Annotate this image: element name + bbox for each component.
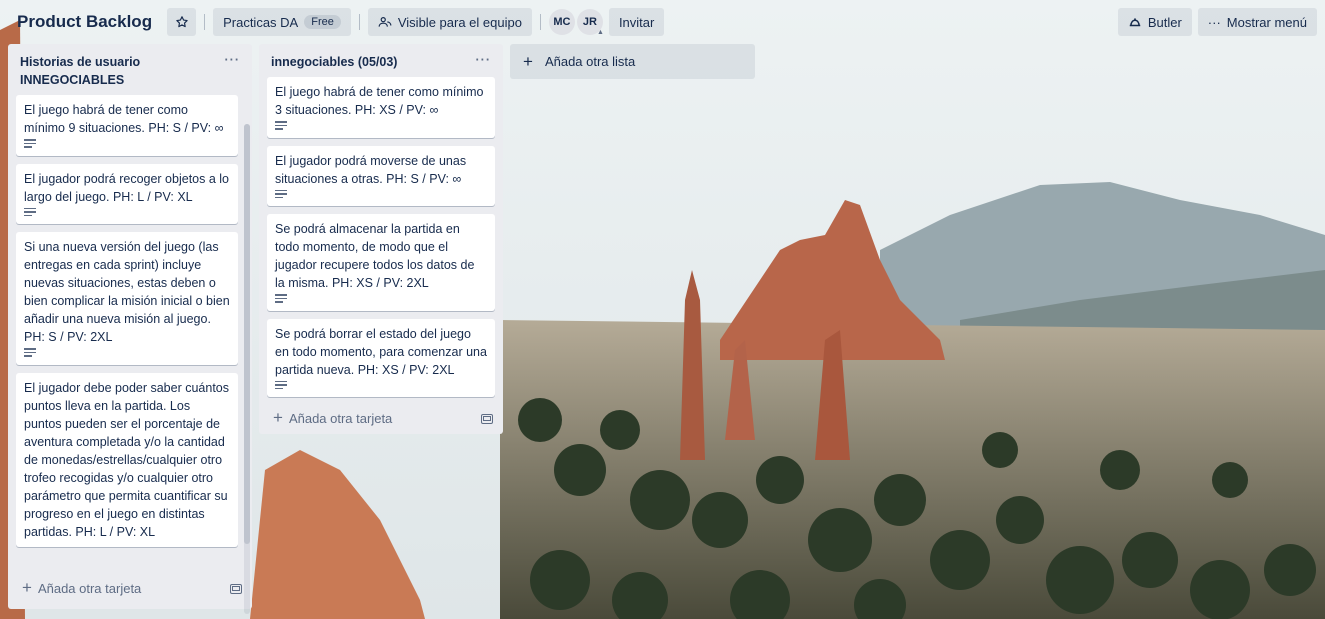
card[interactable]: El jugador podrá moverse de unas situaci… <box>267 145 495 206</box>
list-footer: + Añada otra tarjeta <box>259 405 503 434</box>
add-card-label: Añada otra tarjeta <box>37 581 142 596</box>
list-scrollbar[interactable] <box>244 124 250 614</box>
card-title: Se podrá almacenar la partida en todo mo… <box>275 222 475 290</box>
workspace-label: Practicas DA <box>223 14 299 30</box>
butler-label: Butler <box>1147 14 1182 30</box>
list-menu-icon[interactable]: ··· <box>472 53 496 67</box>
header-divider <box>358 14 360 30</box>
card[interactable]: El juego habrá de tener como mínimo 3 si… <box>267 77 495 138</box>
description-icon <box>275 189 287 198</box>
card-title: El jugador debe poder saber cuántos punt… <box>24 380 230 539</box>
board-members: MC JR ▲ <box>548 9 604 36</box>
list-historias-innegociables: Historias de usuario INNEGOCIABLES ··· E… <box>8 44 252 614</box>
card-title: Si una nueva versión del juego (las entr… <box>24 240 230 344</box>
card-template-icon[interactable] <box>230 583 242 594</box>
card-title: El jugador podrá recoger objetos a lo la… <box>24 171 229 204</box>
plus-icon: + <box>523 51 533 71</box>
card[interactable]: Se podrá almacenar la partida en todo mo… <box>267 214 495 311</box>
description-icon <box>24 139 36 148</box>
show-menu-button[interactable]: ··· Mostrar menú <box>1197 8 1317 36</box>
plus-icon: + <box>273 408 283 427</box>
member-initials: JR <box>582 16 597 28</box>
list-footer: + Añada otra tarjeta <box>8 575 252 604</box>
butler-button[interactable]: Butler <box>1117 8 1192 36</box>
list-innegociables-0503: innegociables (05/03) ··· El juego habrá… <box>259 44 503 434</box>
card-list: El juego habrá de tener como mínimo 9 si… <box>8 95 252 575</box>
add-card-label: Añada otra tarjeta <box>288 411 393 426</box>
list-menu-icon[interactable]: ··· <box>221 53 245 67</box>
card-title: Se podrá borrar el estado del juego en t… <box>275 326 487 377</box>
star-icon <box>175 16 188 28</box>
list-title[interactable]: innegociables (05/03) <box>271 53 397 71</box>
list-header: innegociables (05/03) ··· <box>259 44 503 77</box>
board-header: Product Backlog Practicas DA Free Visibl… <box>0 0 1325 44</box>
add-list-label: Añada otra lista <box>544 54 636 69</box>
description-icon <box>24 348 36 357</box>
star-button[interactable] <box>167 8 197 36</box>
visibility-label: Visible para el equipo <box>397 14 522 30</box>
card-title: El juego habrá de tener como mínimo 9 si… <box>24 103 224 135</box>
visibility-button[interactable]: Visible para el equipo <box>367 8 532 36</box>
board-title[interactable]: Product Backlog <box>8 8 161 36</box>
add-card-button[interactable]: + Añada otra tarjeta <box>273 408 393 427</box>
invite-button[interactable]: Invitar <box>608 8 665 36</box>
add-card-button[interactable]: + Añada otra tarjeta <box>22 578 142 597</box>
header-divider <box>539 14 541 30</box>
member-avatar[interactable]: JR ▲ <box>576 9 604 36</box>
card[interactable]: Se podrá borrar el estado del juego en t… <box>267 318 495 397</box>
more-dots-icon: ··· <box>1207 14 1221 30</box>
workspace-button[interactable]: Practicas DA Free <box>213 8 351 36</box>
invite-label: Invitar <box>618 14 655 30</box>
description-icon <box>24 207 36 216</box>
description-icon <box>275 294 287 303</box>
butler-icon <box>1129 18 1141 27</box>
card-template-icon[interactable] <box>481 413 493 424</box>
show-menu-label: Mostrar menú <box>1226 14 1307 30</box>
scrollbar-thumb[interactable] <box>244 124 250 544</box>
team-visibility-icon <box>378 17 392 27</box>
description-icon <box>275 121 287 130</box>
description-icon <box>275 380 287 389</box>
card-title: El juego habrá de tener como mínimo 3 si… <box>275 85 484 117</box>
plus-icon: + <box>22 578 32 597</box>
card-title: El jugador podrá moverse de unas situaci… <box>275 153 467 186</box>
header-divider <box>204 14 206 30</box>
card[interactable]: El jugador podrá recoger objetos a lo la… <box>16 163 238 224</box>
card[interactable]: El jugador debe poder saber cuántos punt… <box>16 372 238 547</box>
list-title[interactable]: Historias de usuario INNEGOCIABLES <box>20 53 210 89</box>
member-avatar[interactable]: MC <box>548 9 575 35</box>
add-list-button[interactable]: + Añada otra lista <box>510 44 755 79</box>
card[interactable]: Si una nueva versión del juego (las entr… <box>16 232 238 365</box>
list-header: Historias de usuario INNEGOCIABLES ··· <box>8 44 252 95</box>
header-right-actions: Butler ··· Mostrar menú <box>1117 8 1317 36</box>
card-list: El juego habrá de tener como mínimo 3 si… <box>259 77 503 405</box>
workspace-plan-badge: Free <box>304 15 341 29</box>
card[interactable]: El juego habrá de tener como mínimo 9 si… <box>16 95 238 156</box>
admin-chevron-icon: ▲ <box>597 29 604 36</box>
